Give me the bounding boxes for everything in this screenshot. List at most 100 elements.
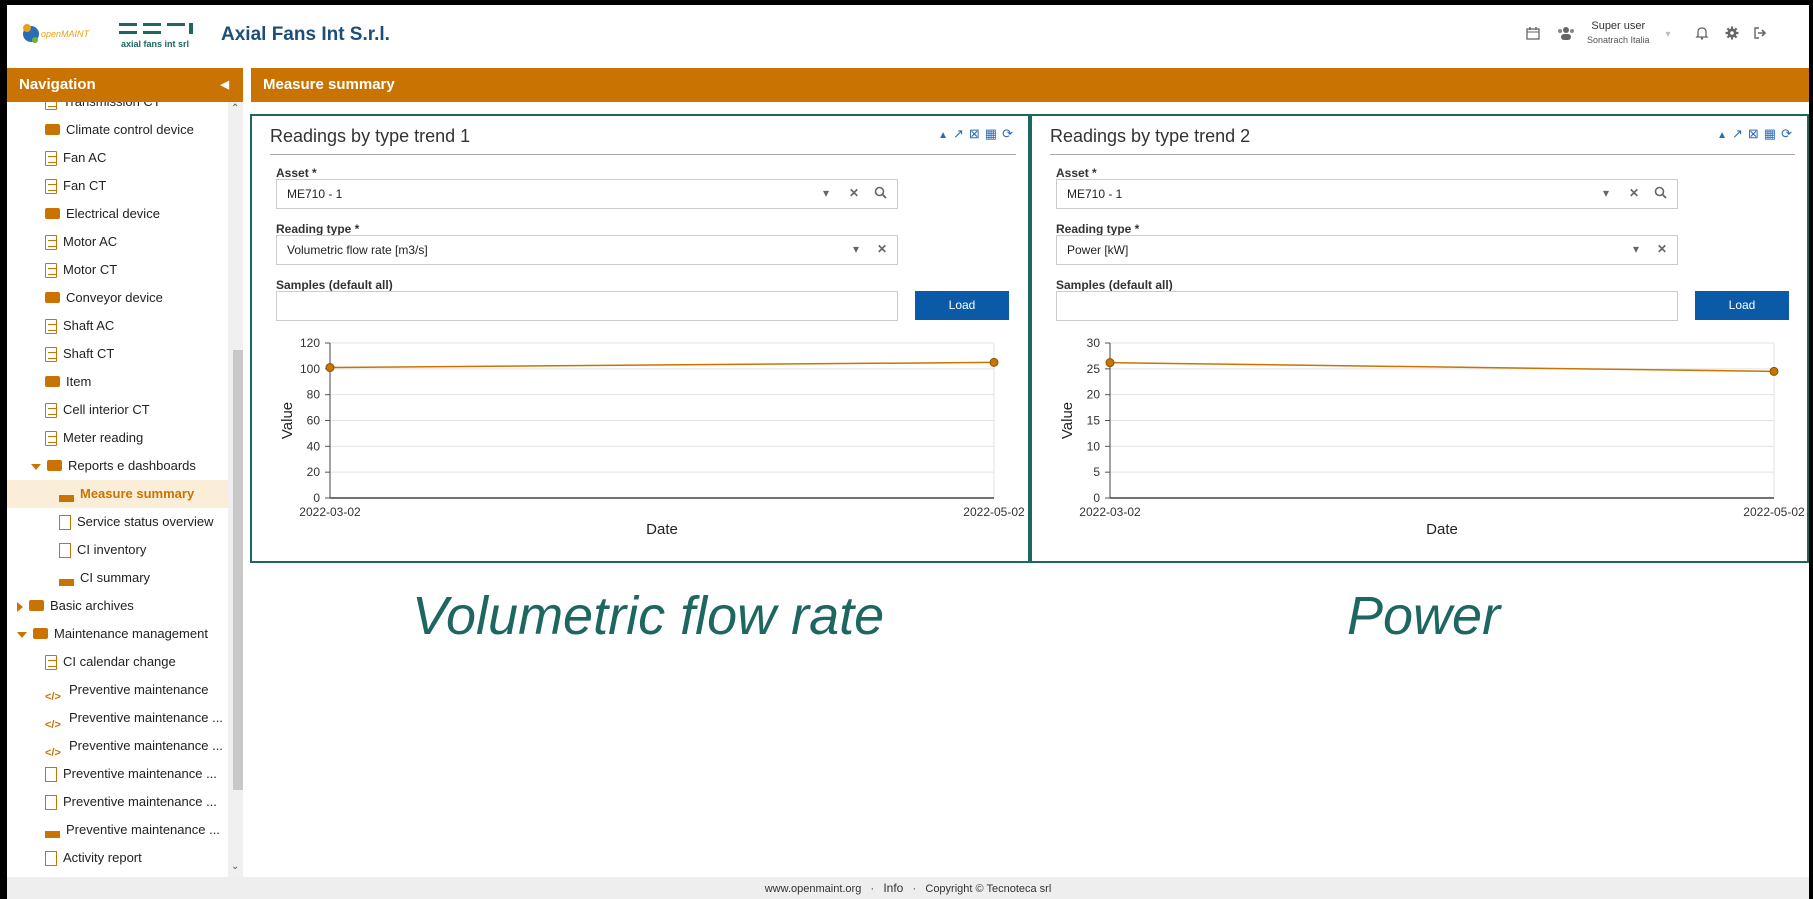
document-icon: [45, 655, 57, 671]
export-icon[interactable]: ⊠: [1748, 126, 1764, 141]
scroll-up-icon[interactable]: ⌃: [231, 103, 239, 114]
nav-item[interactable]: Maintenance management: [7, 620, 228, 648]
nav-item[interactable]: Preventive maintenance ...: [7, 788, 228, 816]
reading-type-field[interactable]: Volumetric flow rate [m3/s] ▾ ✕: [276, 235, 898, 265]
open-external-icon[interactable]: ↗: [953, 126, 969, 141]
collapse-arrow-icon[interactable]: [17, 601, 23, 612]
scroll-down-icon[interactable]: ⌄: [231, 861, 239, 872]
collapse-nav-icon[interactable]: ◀: [221, 78, 229, 91]
chevron-down-icon[interactable]: ▾: [853, 242, 859, 256]
clear-icon[interactable]: ✕: [1629, 186, 1639, 200]
nav-item[interactable]: Fan AC: [7, 144, 228, 172]
chevron-down-icon[interactable]: ▾: [823, 186, 829, 200]
pdf-icon: [45, 851, 57, 867]
nav-item[interactable]: </> Preventive maintenance ...: [7, 704, 228, 732]
nav-item[interactable]: CI calendar change: [7, 648, 228, 676]
readings-chart: 0 5 10 15 20 25 30 2022-03-02 2022-05-02 Date Valu…: [1059, 336, 1805, 538]
collapse-icon[interactable]: ▲: [938, 130, 953, 141]
nav-item[interactable]: Fan CT: [7, 172, 228, 200]
asset-value: ME710 - 1: [287, 187, 343, 201]
open-external-icon[interactable]: ↗: [1732, 126, 1748, 141]
nav-item[interactable]: Shaft AC: [7, 312, 228, 340]
readings-chart: 0 20 40 60 80 100 120 2022-03-02 2022-05-02 Date V…: [279, 336, 1025, 538]
reading-type-label: Reading type *: [1056, 222, 1140, 236]
nav-item-label: Measure summary: [80, 486, 195, 501]
pdf-icon: [45, 767, 57, 783]
asset-label: Asset *: [1056, 166, 1097, 180]
nav-item[interactable]: Measure summary: [7, 480, 228, 508]
nav-item-label: Climate control device: [66, 122, 194, 137]
nav-item[interactable]: Motor AC: [7, 228, 228, 256]
nav-item[interactable]: Conveyor device: [7, 284, 228, 312]
samples-input[interactable]: [276, 291, 898, 321]
nav-scrollbar-thumb[interactable]: [233, 350, 243, 790]
y-tick-label: 5: [1093, 465, 1100, 479]
document-icon: [45, 263, 57, 279]
x-tick-label: 2022-05-02: [1743, 505, 1805, 519]
nav-item[interactable]: </> Preventive maintenance: [7, 676, 228, 704]
nav-item[interactable]: Motor CT: [7, 256, 228, 284]
nav-item[interactable]: CI summary: [7, 564, 228, 592]
chevron-down-icon[interactable]: ▾: [1659, 26, 1677, 44]
document-icon: [45, 102, 57, 111]
nav-item[interactable]: Shaft CT: [7, 340, 228, 368]
nav-item[interactable]: Transmission CT: [7, 102, 228, 116]
panel-tools: ▲↗⊠▦⟳: [938, 126, 1018, 142]
chevron-down-icon[interactable]: ▾: [1633, 242, 1639, 256]
nav-item[interactable]: Electrical device: [7, 200, 228, 228]
pdf-icon: [59, 515, 71, 531]
x-tick-label: 2022-05-02: [963, 505, 1025, 519]
expand-arrow-icon[interactable]: [17, 631, 27, 638]
nav-item[interactable]: Cell interior CT: [7, 396, 228, 424]
nav-item[interactable]: Preventive maintenance ...: [7, 760, 228, 788]
load-button[interactable]: Load: [915, 291, 1009, 320]
samples-input[interactable]: [1056, 291, 1678, 321]
openmaint-logo[interactable]: openMAINT: [19, 18, 97, 50]
footer-separator: ·: [912, 883, 917, 895]
nav-item[interactable]: Meter reading: [7, 424, 228, 452]
y-tick-label: 100: [300, 362, 320, 376]
panel-divider: [1050, 154, 1795, 155]
data-point: [325, 363, 335, 373]
gear-icon[interactable]: [1723, 26, 1741, 44]
nav-item[interactable]: Climate control device: [7, 116, 228, 144]
asset-field[interactable]: ME710 - 1 ▾ ✕: [276, 179, 898, 209]
users-icon[interactable]: [1557, 26, 1575, 44]
nav-item[interactable]: Reports e dashboards: [7, 452, 228, 480]
refresh-icon[interactable]: ⟳: [1002, 126, 1018, 141]
document-icon: [45, 431, 57, 447]
clear-icon[interactable]: ✕: [849, 186, 859, 200]
bell-icon[interactable]: [1693, 26, 1711, 44]
nav-item-label: Preventive maintenance ...: [63, 794, 217, 809]
table-icon[interactable]: ▦: [1764, 126, 1781, 141]
table-icon[interactable]: ▦: [985, 126, 1002, 141]
nav-item[interactable]: Activity report: [7, 844, 228, 872]
nav-item[interactable]: Preventive maintenance ...: [7, 816, 228, 844]
load-button[interactable]: Load: [1695, 291, 1789, 320]
expand-arrow-icon[interactable]: [31, 463, 41, 470]
app-header: openMAINT axial fans int srl Axial Fans …: [7, 5, 1809, 63]
nav-item[interactable]: CI inventory: [7, 536, 228, 564]
navigation-header: Navigation ◀: [7, 68, 243, 102]
logout-icon[interactable]: [1751, 26, 1769, 44]
clear-icon[interactable]: ✕: [877, 242, 887, 256]
search-icon[interactable]: [1654, 186, 1667, 202]
nav-item-label: CI summary: [80, 570, 151, 585]
nav-item[interactable]: </> Preventive maintenance ...: [7, 732, 228, 760]
export-icon[interactable]: ⊠: [969, 126, 985, 141]
nav-item[interactable]: Basic archives: [7, 592, 228, 620]
footer-info-link[interactable]: Info: [883, 881, 903, 895]
clear-icon[interactable]: ✕: [1657, 242, 1667, 256]
collapse-icon[interactable]: ▲: [1717, 130, 1732, 141]
reading-type-field[interactable]: Power [kW] ▾ ✕: [1056, 235, 1678, 265]
search-icon[interactable]: [874, 186, 887, 202]
chevron-down-icon[interactable]: ▾: [1603, 186, 1609, 200]
calendar-icon[interactable]: [1524, 26, 1542, 44]
user-menu[interactable]: Super user Sonatrach Italia: [1587, 19, 1650, 47]
nav-item[interactable]: Service status overview: [7, 508, 228, 536]
nav-item[interactable]: Item: [7, 368, 228, 396]
footer: www.openmaint.org · Info · Copyright © T…: [7, 877, 1809, 899]
refresh-icon[interactable]: ⟳: [1781, 126, 1797, 141]
footer-site-link[interactable]: www.openmaint.org: [765, 883, 862, 895]
asset-field[interactable]: ME710 - 1 ▾ ✕: [1056, 179, 1678, 209]
